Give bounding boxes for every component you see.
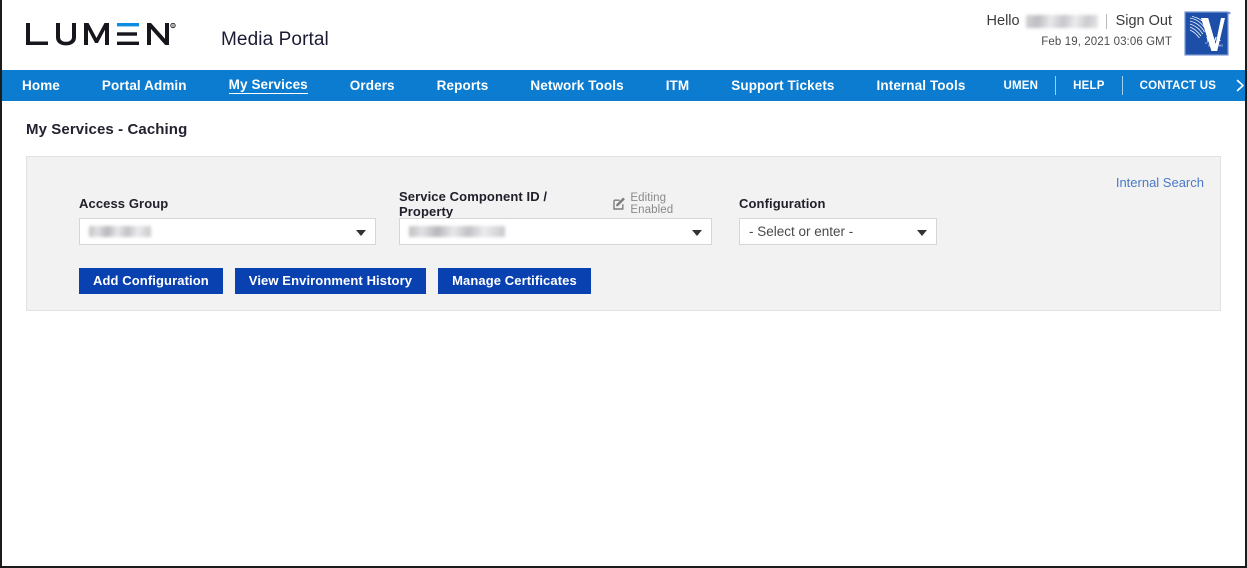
panel-action-buttons: Add Configuration View Environment Histo…: [79, 268, 591, 294]
greeting-row: Hello Sign Out: [987, 12, 1172, 30]
chevron-right-icon[interactable]: [1233, 70, 1245, 101]
manage-certificates-button[interactable]: Manage Certificates: [438, 268, 591, 294]
chevron-down-icon: [692, 229, 702, 236]
main-navigation: Home Portal Admin My Services Orders Rep…: [2, 70, 1245, 101]
nav-secondary-group: UMEN HELP CONTACT US: [986, 70, 1245, 101]
configuration-label: Configuration: [739, 196, 826, 211]
nav-item-itm[interactable]: ITM: [645, 70, 711, 101]
configuration-value: - Select or enter -: [749, 224, 854, 239]
nav-primary-group: Home Portal Admin My Services Orders Rep…: [2, 70, 986, 101]
app-window: R Media Portal Hello Sign Out Feb 19, 20…: [0, 0, 1247, 568]
chevron-down-icon: [917, 229, 927, 236]
chevron-down-icon: [356, 229, 366, 236]
service-selector-panel: Internal Search Access Group Service Com…: [26, 156, 1221, 311]
access-group-field: Access Group: [79, 195, 376, 245]
page-title: My Services - Caching: [26, 121, 188, 138]
account-divider: [1105, 13, 1107, 29]
access-group-value-redacted: [89, 226, 151, 237]
nav-item-reports[interactable]: Reports: [416, 70, 510, 101]
editing-enabled-text: Editing Enabled: [630, 191, 674, 216]
nav-item-my-services[interactable]: My Services: [208, 70, 329, 101]
access-group-select[interactable]: [79, 218, 376, 245]
add-configuration-button[interactable]: Add Configuration: [79, 268, 223, 294]
account-block: Hello Sign Out Feb 19, 2021 03:06 GMT: [987, 10, 1184, 48]
service-component-field: Service Component ID / Property Editing …: [399, 189, 712, 245]
nav-item-support-tickets[interactable]: Support Tickets: [710, 70, 855, 101]
service-component-label: Service Component ID / Property Editing …: [399, 189, 712, 219]
nav-item-umen[interactable]: UMEN: [986, 70, 1055, 101]
access-group-label: Access Group: [79, 196, 169, 211]
lumen-logo[interactable]: R: [24, 21, 176, 48]
editing-enabled-flag: Editing Enabled: [613, 192, 712, 216]
nav-item-orders[interactable]: Orders: [329, 70, 416, 101]
service-component-label-text: Service Component ID / Property: [399, 188, 548, 219]
pencil-square-icon: [613, 197, 626, 210]
svg-text:SOLUTIONS: SOLUTIONS: [1208, 44, 1223, 48]
vyvx-logo[interactable]: y vx SOLUTIONS: [1184, 11, 1231, 58]
nav-item-help[interactable]: HELP: [1056, 70, 1121, 101]
internal-search-link[interactable]: Internal Search: [1116, 175, 1204, 190]
sign-out-link[interactable]: Sign Out: [1116, 12, 1172, 30]
greeting-label: Hello: [986, 13, 1020, 29]
service-component-select[interactable]: [399, 218, 712, 245]
view-environment-history-button[interactable]: View Environment History: [234, 268, 427, 294]
nav-item-contact-us[interactable]: CONTACT US: [1123, 70, 1234, 101]
configuration-field: Configuration - Select or enter -: [739, 195, 937, 245]
service-component-value-redacted: [409, 226, 505, 237]
svg-text:vx: vx: [1213, 34, 1222, 43]
nav-item-portal-admin[interactable]: Portal Admin: [81, 70, 208, 101]
header-account-area: Hello Sign Out Feb 19, 2021 03:06 GMT y …: [987, 10, 1231, 58]
configuration-select[interactable]: - Select or enter -: [739, 218, 937, 245]
session-timestamp: Feb 19, 2021 03:06 GMT: [1041, 36, 1172, 48]
main-content: My Services - Caching Internal Search Ac…: [2, 121, 1245, 566]
username-redacted: [1025, 14, 1098, 28]
portal-title: Media Portal: [221, 29, 329, 50]
nav-item-internal-tools[interactable]: Internal Tools: [856, 70, 987, 101]
page-header: R Media Portal Hello Sign Out Feb 19, 20…: [2, 0, 1245, 70]
nav-item-home[interactable]: Home: [2, 70, 81, 101]
svg-text:y: y: [1205, 35, 1211, 45]
nav-item-network-tools[interactable]: Network Tools: [509, 70, 644, 101]
